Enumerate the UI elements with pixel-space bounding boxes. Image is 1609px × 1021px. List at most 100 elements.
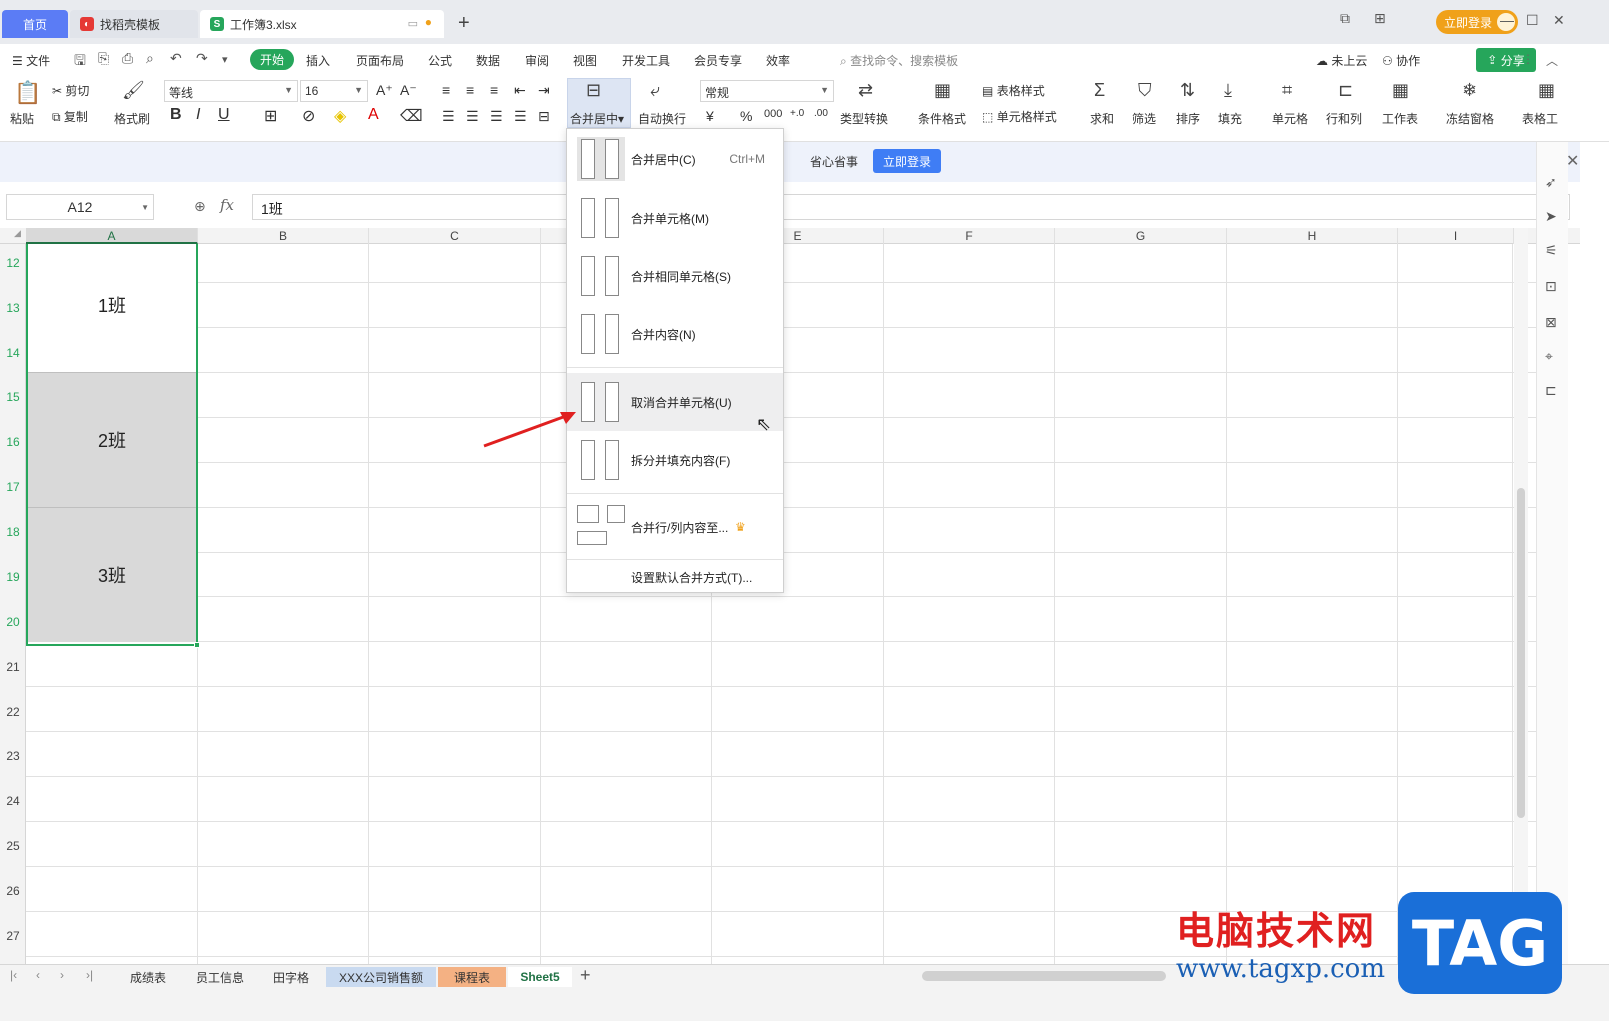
row-header[interactable]: 13 [0, 301, 26, 315]
font-grow-icon[interactable]: A⁺ [376, 82, 393, 99]
currency-icon[interactable]: ¥ [706, 108, 714, 124]
row-header[interactable]: 14 [0, 346, 26, 360]
scrollbar-thumb[interactable] [1517, 488, 1525, 818]
redo-icon[interactable]: ↷ [196, 50, 208, 67]
cond-format-icon[interactable]: ▦ [934, 80, 951, 101]
menu-item-merge-cells[interactable]: 合并单元格(M) [567, 189, 783, 247]
column-header-g[interactable]: G [1055, 228, 1227, 244]
clear-format-icon[interactable]: ⌫ [400, 106, 423, 126]
prev-sheet-icon[interactable]: ‹ [36, 968, 40, 982]
save-icon[interactable]: 🖫 [74, 50, 86, 74]
row-col-button[interactable]: 行和列 [1326, 110, 1362, 127]
column-header-i[interactable]: I [1398, 228, 1514, 244]
align-left-icon[interactable]: ☰ [442, 108, 455, 125]
border-icon[interactable]: ⊞ [264, 106, 277, 126]
menu-item-merge-rows-cols[interactable]: 合并行/列内容至... ♛ [567, 497, 783, 557]
add-sheet-icon[interactable]: + [580, 965, 591, 986]
format-painter-icon[interactable]: 🖌 [122, 80, 145, 101]
collapse-ribbon-icon[interactable]: ︿ [1546, 52, 1558, 69]
copy-button[interactable]: ⧉ 复制 [52, 108, 88, 125]
fill-button[interactable]: 填充 [1218, 110, 1242, 127]
bold-icon[interactable]: B [170, 106, 182, 124]
print-icon[interactable]: ⎙ [122, 50, 133, 67]
sliders-icon[interactable]: ⚟ [1545, 242, 1558, 259]
align-top-icon[interactable]: ≡ [442, 82, 450, 98]
type-convert-button[interactable]: 类型转换 [840, 110, 888, 127]
merged-cell-a15[interactable]: 2班 [26, 372, 198, 507]
minimize-icon[interactable]: — [1500, 12, 1514, 28]
indent-decrease-icon[interactable]: ⇤ [514, 82, 526, 99]
align-bottom-icon[interactable]: ≡ [490, 82, 498, 98]
gallery-icon[interactable]: ⊠ [1545, 314, 1557, 331]
underline-icon[interactable]: U [218, 106, 230, 124]
indent-increase-icon[interactable]: ⇥ [538, 82, 550, 99]
pointer-icon[interactable]: ➤ [1545, 208, 1557, 225]
rocket-icon[interactable]: ➶ [1545, 174, 1557, 191]
row-header[interactable]: 23 [0, 749, 26, 763]
sort-icon[interactable]: ⇅ [1180, 80, 1195, 101]
collab-button[interactable]: ⚇ 协作 [1382, 52, 1420, 69]
row-header[interactable]: 26 [0, 884, 26, 898]
column-header-a[interactable]: A [26, 228, 198, 244]
font-shrink-icon[interactable]: A⁻ [400, 82, 417, 99]
paste-icon[interactable]: 📋 [14, 80, 41, 106]
menu-member[interactable]: 会员专享 [694, 52, 742, 69]
cell-fill-pattern-icon[interactable]: ⊘ [302, 106, 315, 126]
merged-cell-a18[interactable]: 3班 [26, 507, 198, 642]
window-layout-icon[interactable]: ⧉ [1340, 10, 1350, 27]
maximize-icon[interactable]: ☐ [1526, 12, 1539, 29]
wrap-text-button[interactable]: 自动换行 [638, 110, 686, 127]
quick-access-chevron-icon[interactable]: ▾ [222, 53, 228, 66]
name-box[interactable]: A12 ▼ [6, 194, 154, 220]
file-menu[interactable]: ☰ 文件 [12, 52, 50, 69]
apps-grid-icon[interactable]: ⊞ [1374, 10, 1386, 27]
horizontal-scrollbar[interactable] [922, 971, 1166, 981]
menu-item-unmerge[interactable]: 取消合并单元格(U) [567, 373, 783, 431]
new-tab-button[interactable]: + [458, 12, 470, 35]
monitor-icon[interactable]: ▭ [408, 17, 418, 30]
cond-format-button[interactable]: 条件格式 [918, 110, 966, 127]
location-icon[interactable]: ⌖ [1545, 348, 1553, 365]
justify-icon[interactable]: ☰ [514, 108, 527, 125]
filter-icon[interactable]: ⛉ [1138, 80, 1152, 101]
row-header[interactable]: 22 [0, 705, 26, 719]
menu-view[interactable]: 视图 [573, 52, 597, 69]
column-header-c[interactable]: C [369, 228, 541, 244]
book-icon[interactable]: ⊏ [1545, 382, 1557, 399]
wrap-text-icon[interactable]: ⤶ [650, 80, 660, 101]
table-tools-icon[interactable]: ▦ [1538, 80, 1555, 101]
row-header[interactable]: 15 [0, 390, 26, 404]
sum-icon[interactable]: Σ [1094, 80, 1105, 101]
row-header[interactable]: 17 [0, 480, 26, 494]
merged-cell-a12[interactable]: 1班 [26, 244, 198, 372]
cell-icon[interactable]: ⌗ [1282, 80, 1292, 101]
menu-item-merge-center[interactable]: 合并居中(C) Ctrl+M [567, 131, 783, 187]
sheet-tab[interactable]: 员工信息 [184, 967, 256, 987]
row-header[interactable]: 27 [0, 929, 26, 943]
notice-login-button[interactable]: 立即登录 [873, 149, 941, 173]
fill-icon[interactable]: ⤓ [1224, 80, 1232, 101]
tab-workbook[interactable]: S 工作簿3.xlsx ▭ ● [200, 10, 444, 38]
decrease-decimal-icon[interactable]: .00 [814, 108, 828, 119]
number-format-select[interactable]: 常规 ▼ [700, 80, 834, 102]
sum-button[interactable]: 求和 [1090, 110, 1114, 127]
zoom-icon[interactable]: ⊕ [194, 198, 206, 215]
fill-color-icon[interactable]: ◈ [334, 106, 346, 126]
row-header[interactable]: 25 [0, 839, 26, 853]
close-icon[interactable]: ✕ [1553, 12, 1565, 29]
row-header[interactable]: 20 [0, 615, 26, 629]
worksheet-button[interactable]: 工作表 [1382, 110, 1418, 127]
menu-item-merge-content[interactable]: 合并内容(N) [567, 305, 783, 363]
type-convert-icon[interactable]: ⇄ [858, 80, 873, 101]
font-name-select[interactable]: 等线 ▼ [164, 80, 298, 102]
cell-button[interactable]: 单元格 [1272, 110, 1308, 127]
menu-formula[interactable]: 公式 [428, 52, 452, 69]
menu-dev-tools[interactable]: 开发工具 [622, 52, 670, 69]
distribute-icon[interactable]: ⊟ [538, 108, 550, 125]
menu-start[interactable]: 开始 [250, 49, 295, 70]
menu-item-merge-same[interactable]: 合并相同单元格(S) [567, 247, 783, 305]
export-icon[interactable]: ⎘ [98, 50, 109, 67]
cut-button[interactable]: ✂ 剪切 [52, 82, 89, 99]
fill-handle[interactable] [194, 642, 200, 648]
row-header[interactable]: 16 [0, 435, 26, 449]
